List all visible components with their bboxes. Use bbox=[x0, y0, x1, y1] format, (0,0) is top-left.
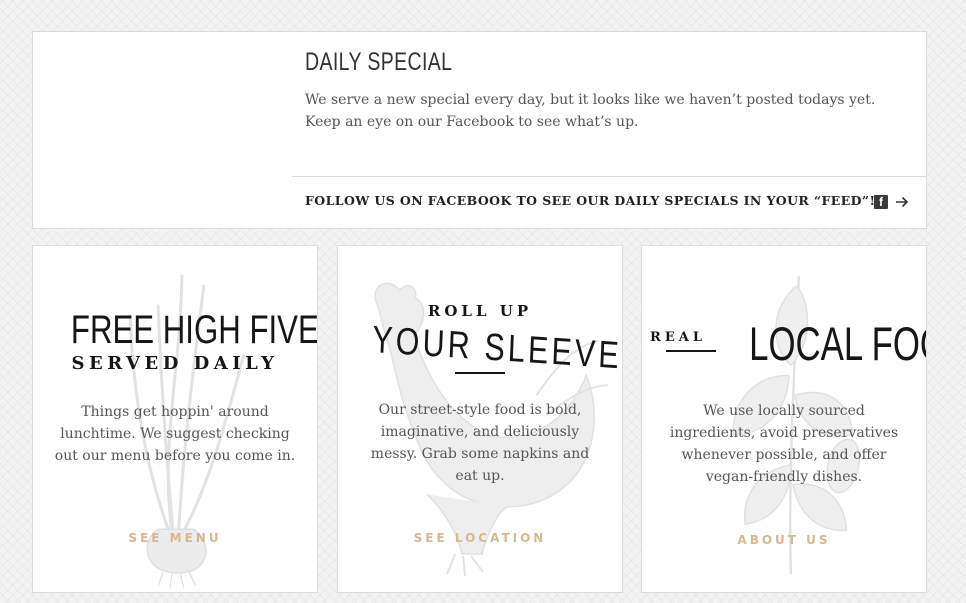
facebook-icon[interactable]: f bbox=[874, 195, 888, 209]
card-roll-up-your-sleeves: ROLL UP YOUR SLEEVES Our street-style fo… bbox=[337, 245, 623, 593]
card-headline-sub: SERVED DAILY bbox=[71, 353, 279, 374]
headline-underline bbox=[666, 350, 716, 352]
card-free-high-fives: FREE HIGH FIVES SERVED DAILY Things get … bbox=[32, 245, 318, 593]
card-headline-main: FREE HIGH FIVES bbox=[70, 308, 318, 352]
card-headline-main: YOUR SLEEVES bbox=[371, 319, 623, 379]
daily-special-panel: DAILY SPECIAL We serve a new special eve… bbox=[32, 31, 927, 229]
headline-underline bbox=[455, 372, 505, 374]
card-headline-top: ROLL UP bbox=[427, 302, 533, 320]
card-real-local-food: REAL LOCAL FOOD We use locally sourced i… bbox=[641, 245, 927, 593]
see-location-link[interactable]: SEE LOCATION bbox=[338, 531, 622, 545]
about-us-link[interactable]: ABOUT US bbox=[642, 533, 926, 547]
daily-special-text: We serve a new special every day, but it… bbox=[305, 92, 876, 130]
divider bbox=[292, 176, 926, 177]
daily-special-title: DAILY SPECIAL bbox=[305, 48, 453, 76]
see-menu-link[interactable]: SEE MENU bbox=[33, 531, 317, 545]
card-headline-main: LOCAL FOOD bbox=[749, 317, 926, 370]
card-description: Our street-style food is bold, imaginati… bbox=[370, 402, 590, 484]
card-description: Things get hoppin' around lunchtime. We … bbox=[54, 404, 296, 464]
facebook-follow-link[interactable]: FOLLOW US ON FACEBOOK TO SEE OUR DAILY S… bbox=[305, 193, 875, 208]
arrow-right-icon[interactable] bbox=[895, 196, 909, 208]
card-description: We use locally sourced ingredients, avoi… bbox=[669, 403, 899, 485]
